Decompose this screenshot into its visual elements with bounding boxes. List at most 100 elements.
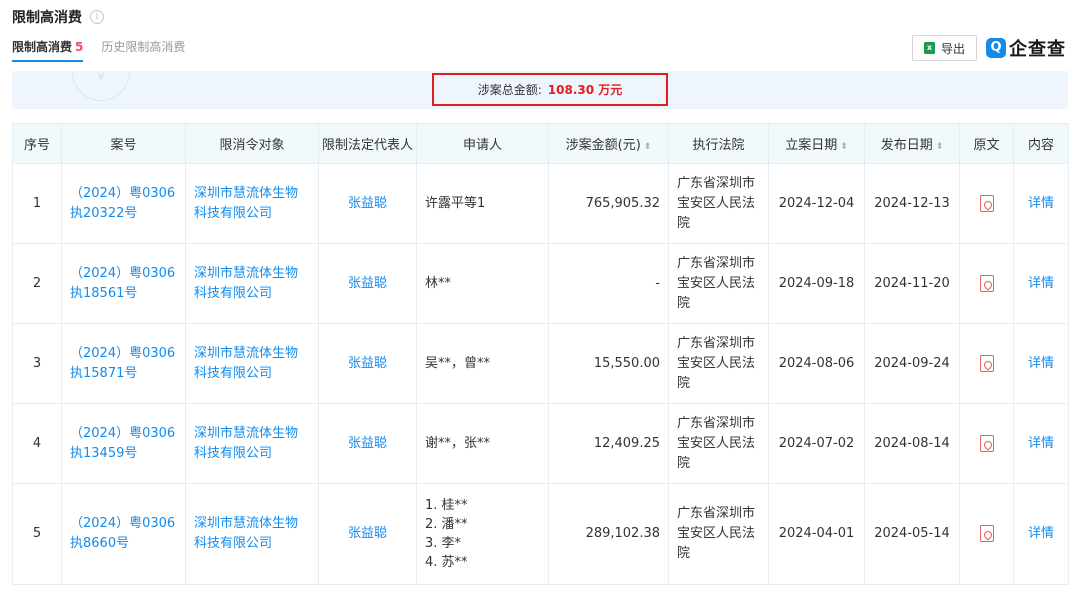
- cell-case-no[interactable]: （2024）粤0306执20322号: [61, 163, 186, 244]
- cell-published-date: 2024-12-13: [864, 163, 960, 244]
- pdf-icon[interactable]: [979, 354, 994, 372]
- cell-target[interactable]: 深圳市慧流体生物科技有限公司: [185, 323, 319, 404]
- applicant-name: 许露平等1: [425, 196, 486, 211]
- detail-link[interactable]: 详情: [1028, 356, 1054, 371]
- cell-target[interactable]: 深圳市慧流体生物科技有限公司: [185, 163, 319, 244]
- applicant-name: 4. 苏**: [425, 555, 468, 570]
- pdf-icon[interactable]: [979, 274, 994, 292]
- cell-case-no[interactable]: （2024）粤0306执13459号: [61, 403, 186, 484]
- col-header-amount[interactable]: 涉案金额(元) ⬍: [548, 123, 669, 164]
- cell-target[interactable]: 深圳市慧流体生物科技有限公司: [185, 243, 319, 324]
- cell-target[interactable]: 深圳市慧流体生物科技有限公司: [185, 403, 319, 484]
- cell-amount: 765,905.32: [548, 163, 669, 244]
- cell-applicants: 林**: [416, 243, 549, 324]
- cell-original: [959, 243, 1014, 324]
- cell-index: 2: [12, 243, 62, 324]
- brand-name: 企查查: [1009, 39, 1066, 60]
- sort-icon: ⬍: [935, 142, 944, 152]
- col-header-applicant: 申请人: [416, 123, 549, 164]
- cell-filed-date: 2024-07-02: [768, 403, 865, 484]
- applicant-name: 谢**，张**: [425, 436, 491, 451]
- table-row: 4 （2024）粤0306执13459号 深圳市慧流体生物科技有限公司 张益聪 谢**，…: [12, 403, 1069, 484]
- cell-filed-date: 2024-09-18: [768, 243, 865, 324]
- cell-legal-rep[interactable]: 张益聪: [318, 243, 417, 324]
- case-no-link[interactable]: （2024）粤0306执20322号: [70, 186, 175, 221]
- cell-applicants: 1. 桂** 2. 潘** 3. 李* 4. 苏**: [416, 483, 549, 585]
- legal-rep-link[interactable]: 张益聪: [348, 356, 387, 371]
- pdf-icon[interactable]: [979, 194, 994, 212]
- cell-legal-rep[interactable]: 张益聪: [318, 403, 417, 484]
- qichacha-logo-icon: Q: [986, 38, 1006, 58]
- target-company-link[interactable]: 深圳市慧流体生物科技有限公司: [194, 516, 298, 551]
- legal-rep-link[interactable]: 张益聪: [348, 436, 387, 451]
- cell-amount: 15,550.00: [548, 323, 669, 404]
- detail-link[interactable]: 详情: [1028, 276, 1054, 291]
- table-row: 3 （2024）粤0306执15871号 深圳市慧流体生物科技有限公司 张益聪 吴**，…: [12, 323, 1069, 404]
- col-header-published-date[interactable]: 发布日期 ⬍: [864, 123, 960, 164]
- case-no-link[interactable]: （2024）粤0306执13459号: [70, 426, 175, 461]
- cell-amount: 12,409.25: [548, 403, 669, 484]
- cell-detail: 详情: [1013, 483, 1069, 585]
- cell-published-date: 2024-09-24: [864, 323, 960, 404]
- detail-link[interactable]: 详情: [1028, 196, 1054, 211]
- cell-case-no[interactable]: （2024）粤0306执15871号: [61, 323, 186, 404]
- section-header: 限制高消费 i: [12, 6, 104, 28]
- cell-index: 3: [12, 323, 62, 404]
- legal-rep-link[interactable]: 张益聪: [348, 526, 387, 541]
- target-company-link[interactable]: 深圳市慧流体生物科技有限公司: [194, 266, 298, 301]
- sort-icon: ⬍: [840, 142, 848, 152]
- cell-detail: 详情: [1013, 403, 1069, 484]
- cell-court: 广东省深圳市宝安区人民法院: [668, 403, 769, 484]
- cell-filed-date: 2024-08-06: [768, 323, 865, 404]
- applicant-name: 2. 潘**: [425, 517, 468, 532]
- cell-original: [959, 403, 1014, 484]
- cell-target[interactable]: 深圳市慧流体生物科技有限公司: [185, 483, 319, 585]
- tab-restriction[interactable]: 限制高消费 5: [12, 38, 84, 62]
- applicant-name: 3. 李*: [425, 536, 462, 551]
- cell-detail: 详情: [1013, 163, 1069, 244]
- section-title: 限制高消费: [12, 10, 82, 26]
- summary-bar: ¥ 涉案总金额: 108.30 万元: [12, 71, 1068, 109]
- cell-legal-rep[interactable]: 张益聪: [318, 323, 417, 404]
- case-no-link[interactable]: （2024）粤0306执18561号: [70, 266, 175, 301]
- restriction-table: 序号 案号 限消令对象 限制法定代表人 申请人 涉案金额(元) ⬍ 执行法院 立案…: [12, 123, 1069, 585]
- tab-restriction-count: 5: [75, 40, 84, 54]
- brand-logo: Q 企查查: [986, 35, 1066, 61]
- cell-legal-rep[interactable]: 张益聪: [318, 163, 417, 244]
- col-header-published-label: 发布日期: [880, 138, 933, 153]
- target-company-link[interactable]: 深圳市慧流体生物科技有限公司: [194, 426, 298, 461]
- cell-filed-date: 2024-12-04: [768, 163, 865, 244]
- cell-case-no[interactable]: （2024）粤0306执18561号: [61, 243, 186, 324]
- cell-detail: 详情: [1013, 243, 1069, 324]
- tab-bar: 限制高消费 5 历史限制高消费: [12, 38, 203, 62]
- target-company-link[interactable]: 深圳市慧流体生物科技有限公司: [194, 186, 298, 221]
- info-icon[interactable]: i: [90, 10, 104, 24]
- cell-legal-rep[interactable]: 张益聪: [318, 483, 417, 585]
- case-no-link[interactable]: （2024）粤0306执15871号: [70, 346, 175, 381]
- target-company-link[interactable]: 深圳市慧流体生物科技有限公司: [194, 346, 298, 381]
- col-header-case-no: 案号: [61, 123, 186, 164]
- tab-history-restriction[interactable]: 历史限制高消费: [101, 38, 185, 62]
- cell-original: [959, 483, 1014, 585]
- pdf-icon[interactable]: [979, 525, 994, 542]
- sort-icon: ⬍: [643, 142, 652, 152]
- case-no-link[interactable]: （2024）粤0306执8660号: [70, 516, 175, 551]
- detail-link[interactable]: 详情: [1028, 526, 1054, 541]
- table-row: 5 （2024）粤0306执8660号 深圳市慧流体生物科技有限公司 张益聪 1. 桂*…: [12, 483, 1069, 585]
- cell-court: 广东省深圳市宝安区人民法院: [668, 243, 769, 324]
- cell-amount: -: [548, 243, 669, 324]
- legal-rep-link[interactable]: 张益聪: [348, 276, 387, 291]
- col-header-filed-date[interactable]: 立案日期 ⬍: [768, 123, 865, 164]
- export-button[interactable]: x 导出: [912, 35, 977, 61]
- legal-rep-link[interactable]: 张益聪: [348, 196, 387, 211]
- col-header-original: 原文: [959, 123, 1014, 164]
- tab-restriction-label: 限制高消费: [12, 40, 73, 54]
- pdf-icon[interactable]: [979, 434, 994, 452]
- table-header-row: 序号 案号 限消令对象 限制法定代表人 申请人 涉案金额(元) ⬍ 执行法院 立案…: [12, 123, 1069, 164]
- cell-case-no[interactable]: （2024）粤0306执8660号: [61, 483, 186, 585]
- detail-link[interactable]: 详情: [1028, 436, 1054, 451]
- applicant-name: 林**: [425, 276, 452, 291]
- col-header-target: 限消令对象: [185, 123, 319, 164]
- cell-index: 1: [12, 163, 62, 244]
- total-amount-label: 涉案总金额:: [477, 83, 542, 97]
